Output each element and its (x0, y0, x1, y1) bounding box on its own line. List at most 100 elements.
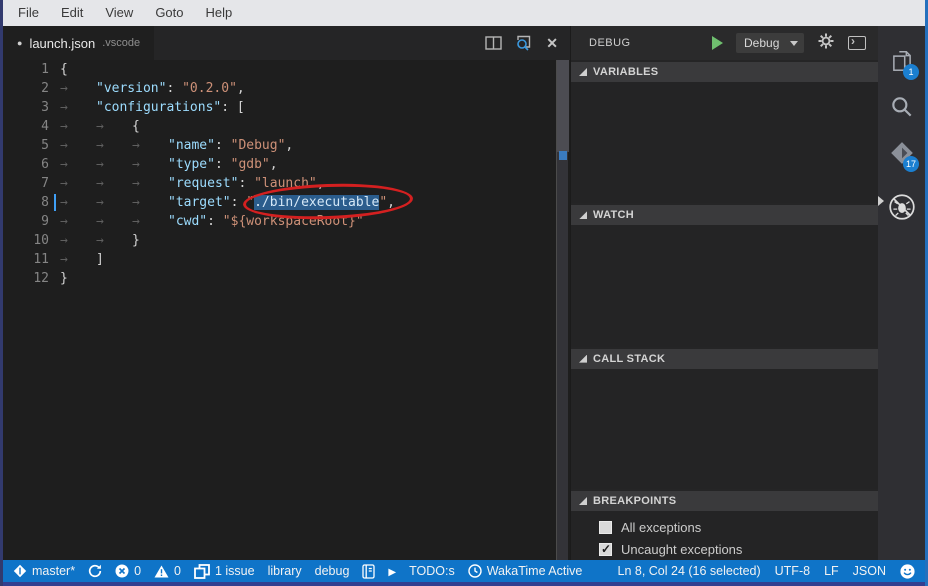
code-token: ] (96, 252, 104, 267)
debug-toolbar: DEBUG Debug (571, 26, 878, 60)
window-bottom-border (3, 582, 925, 586)
smiley-icon (900, 564, 915, 579)
open-preview-icon[interactable] (515, 35, 533, 51)
sync-icon (88, 564, 102, 578)
gear-icon[interactable] (818, 33, 834, 54)
menu-goto[interactable]: Goto (144, 0, 194, 26)
status-0[interactable]: 0 (154, 564, 181, 578)
scrollbar-slider[interactable] (557, 60, 569, 152)
section-title: BREAKPOINTS (593, 495, 676, 507)
menu-help[interactable]: Help (195, 0, 244, 26)
code-line[interactable]: 7→→→"request": "launch", (3, 174, 570, 193)
status-label: debug (315, 564, 350, 578)
collapse-arrow-icon (579, 211, 587, 219)
checkbox[interactable] (599, 543, 612, 556)
error-icon (115, 564, 129, 578)
debug-console-icon[interactable]: › (848, 36, 866, 50)
status-ln-8-col-24-16-selected[interactable]: Ln 8, Col 24 (16 selected) (618, 564, 761, 578)
section-watch[interactable]: WATCH (571, 205, 878, 225)
tab-whitespace-icon: → (60, 117, 96, 136)
code-line[interactable]: 3→"configurations": [ (3, 98, 570, 117)
code-token: "target" (168, 195, 231, 210)
code-token: : (166, 81, 182, 96)
git-branch-icon (13, 564, 27, 578)
section-variables[interactable]: VARIABLES (571, 62, 878, 82)
status-label: WakaTime Active (487, 564, 583, 578)
status-notebook-icon[interactable] (362, 564, 375, 579)
code-token: "type" (168, 157, 215, 172)
section-call-stack[interactable]: CALL STACK (571, 349, 878, 369)
code-area: 1{2→"version": "0.2.0",3→"configurations… (3, 60, 570, 288)
status-sync-icon[interactable] (88, 564, 102, 578)
code-line[interactable]: 10→→} (3, 231, 570, 250)
tab-launch-json[interactable]: ● launch.json .vscode (3, 26, 154, 60)
editor-scrollbar[interactable] (556, 60, 568, 560)
call-stack-body[interactable] (571, 369, 878, 489)
code-token: "0.2.0" (182, 81, 237, 96)
status-json[interactable]: JSON (853, 564, 886, 578)
status-label: 0 (174, 564, 181, 578)
tab-whitespace-icon: → (96, 117, 132, 136)
code-token: { (132, 119, 140, 134)
status-wakatime-active[interactable]: WakaTime Active (468, 564, 583, 578)
split-editor-icon[interactable] (485, 36, 502, 50)
status-library[interactable]: library (268, 564, 302, 578)
section-title: CALL STACK (593, 353, 665, 365)
source-control-icon[interactable]: 17 (878, 130, 925, 176)
status-todo-s[interactable]: TODO:s (409, 564, 455, 578)
code-line[interactable]: 12} (3, 269, 570, 288)
debug-config-dropdown[interactable]: Debug (736, 33, 804, 53)
status-label: TODO:s (409, 564, 455, 578)
code-line[interactable]: 5→→→"name": "Debug", (3, 136, 570, 155)
breakpoints-body: All exceptions Uncaught exceptions (571, 511, 878, 560)
status-smiley-icon[interactable] (900, 564, 915, 579)
breakpoint-all-exceptions[interactable]: All exceptions (571, 516, 878, 538)
status-debug[interactable]: debug (315, 564, 350, 578)
menu-view[interactable]: View (94, 0, 144, 26)
variables-body[interactable] (571, 82, 878, 203)
tab-whitespace-icon: → (60, 231, 96, 250)
code-editor[interactable]: 1{2→"version": "0.2.0",3→"configurations… (3, 60, 570, 560)
code-line[interactable]: 9→→→"cwd": "${workspaceRoot}" (3, 212, 570, 231)
status-lf[interactable]: LF (824, 564, 839, 578)
code-line[interactable]: 1{ (3, 60, 570, 79)
menu-edit[interactable]: Edit (50, 0, 94, 26)
line-number: 4 (3, 117, 49, 136)
line-number: 8 (3, 193, 49, 212)
code-token: "${workspaceRoot}" (223, 214, 364, 229)
status-utf-8[interactable]: UTF-8 (775, 564, 810, 578)
close-icon[interactable]: ✕ (546, 36, 558, 50)
status-1-issue[interactable]: 1 issue (194, 564, 255, 579)
search-icon[interactable] (878, 84, 925, 130)
watch-body[interactable] (571, 225, 878, 346)
tab-whitespace-icon: → (132, 212, 168, 231)
status-0[interactable]: 0 (115, 564, 141, 578)
code-line[interactable]: 4→→{ (3, 117, 570, 136)
explorer-files-icon[interactable]: 1 (878, 38, 925, 84)
code-token: "cwd" (168, 214, 207, 229)
status-master[interactable]: master* (13, 564, 75, 578)
line-number: 12 (3, 269, 49, 288)
section-title: VARIABLES (593, 66, 658, 78)
tab-whitespace-icon: → (60, 174, 96, 193)
debug-sidebar: DEBUG Debug (570, 26, 878, 560)
debug-icon[interactable] (878, 184, 925, 230)
status-play-small-icon[interactable]: ▶ (388, 564, 396, 578)
code-line[interactable]: 6→→→"type": "gdb", (3, 155, 570, 174)
activity-bar: 1 17 (878, 26, 925, 560)
code-line[interactable]: 2→"version": "0.2.0", (3, 79, 570, 98)
menu-file[interactable]: File (7, 0, 50, 26)
section-breakpoints[interactable]: BREAKPOINTS (571, 491, 878, 511)
code-token: : (207, 214, 223, 229)
start-debug-button[interactable] (712, 36, 723, 50)
line-number: 2 (3, 79, 49, 98)
code-token: " (246, 195, 254, 210)
clock-icon (468, 564, 482, 578)
code-line[interactable]: 11→] (3, 250, 570, 269)
breakpoint-label: Uncaught exceptions (621, 542, 742, 557)
code-text: →→} (60, 231, 140, 250)
code-token: , (237, 81, 245, 96)
code-line[interactable]: 8→→→"target": "./bin/executable", (3, 193, 570, 212)
breakpoint-uncaught-exceptions[interactable]: Uncaught exceptions (571, 538, 878, 560)
checkbox[interactable] (599, 521, 612, 534)
